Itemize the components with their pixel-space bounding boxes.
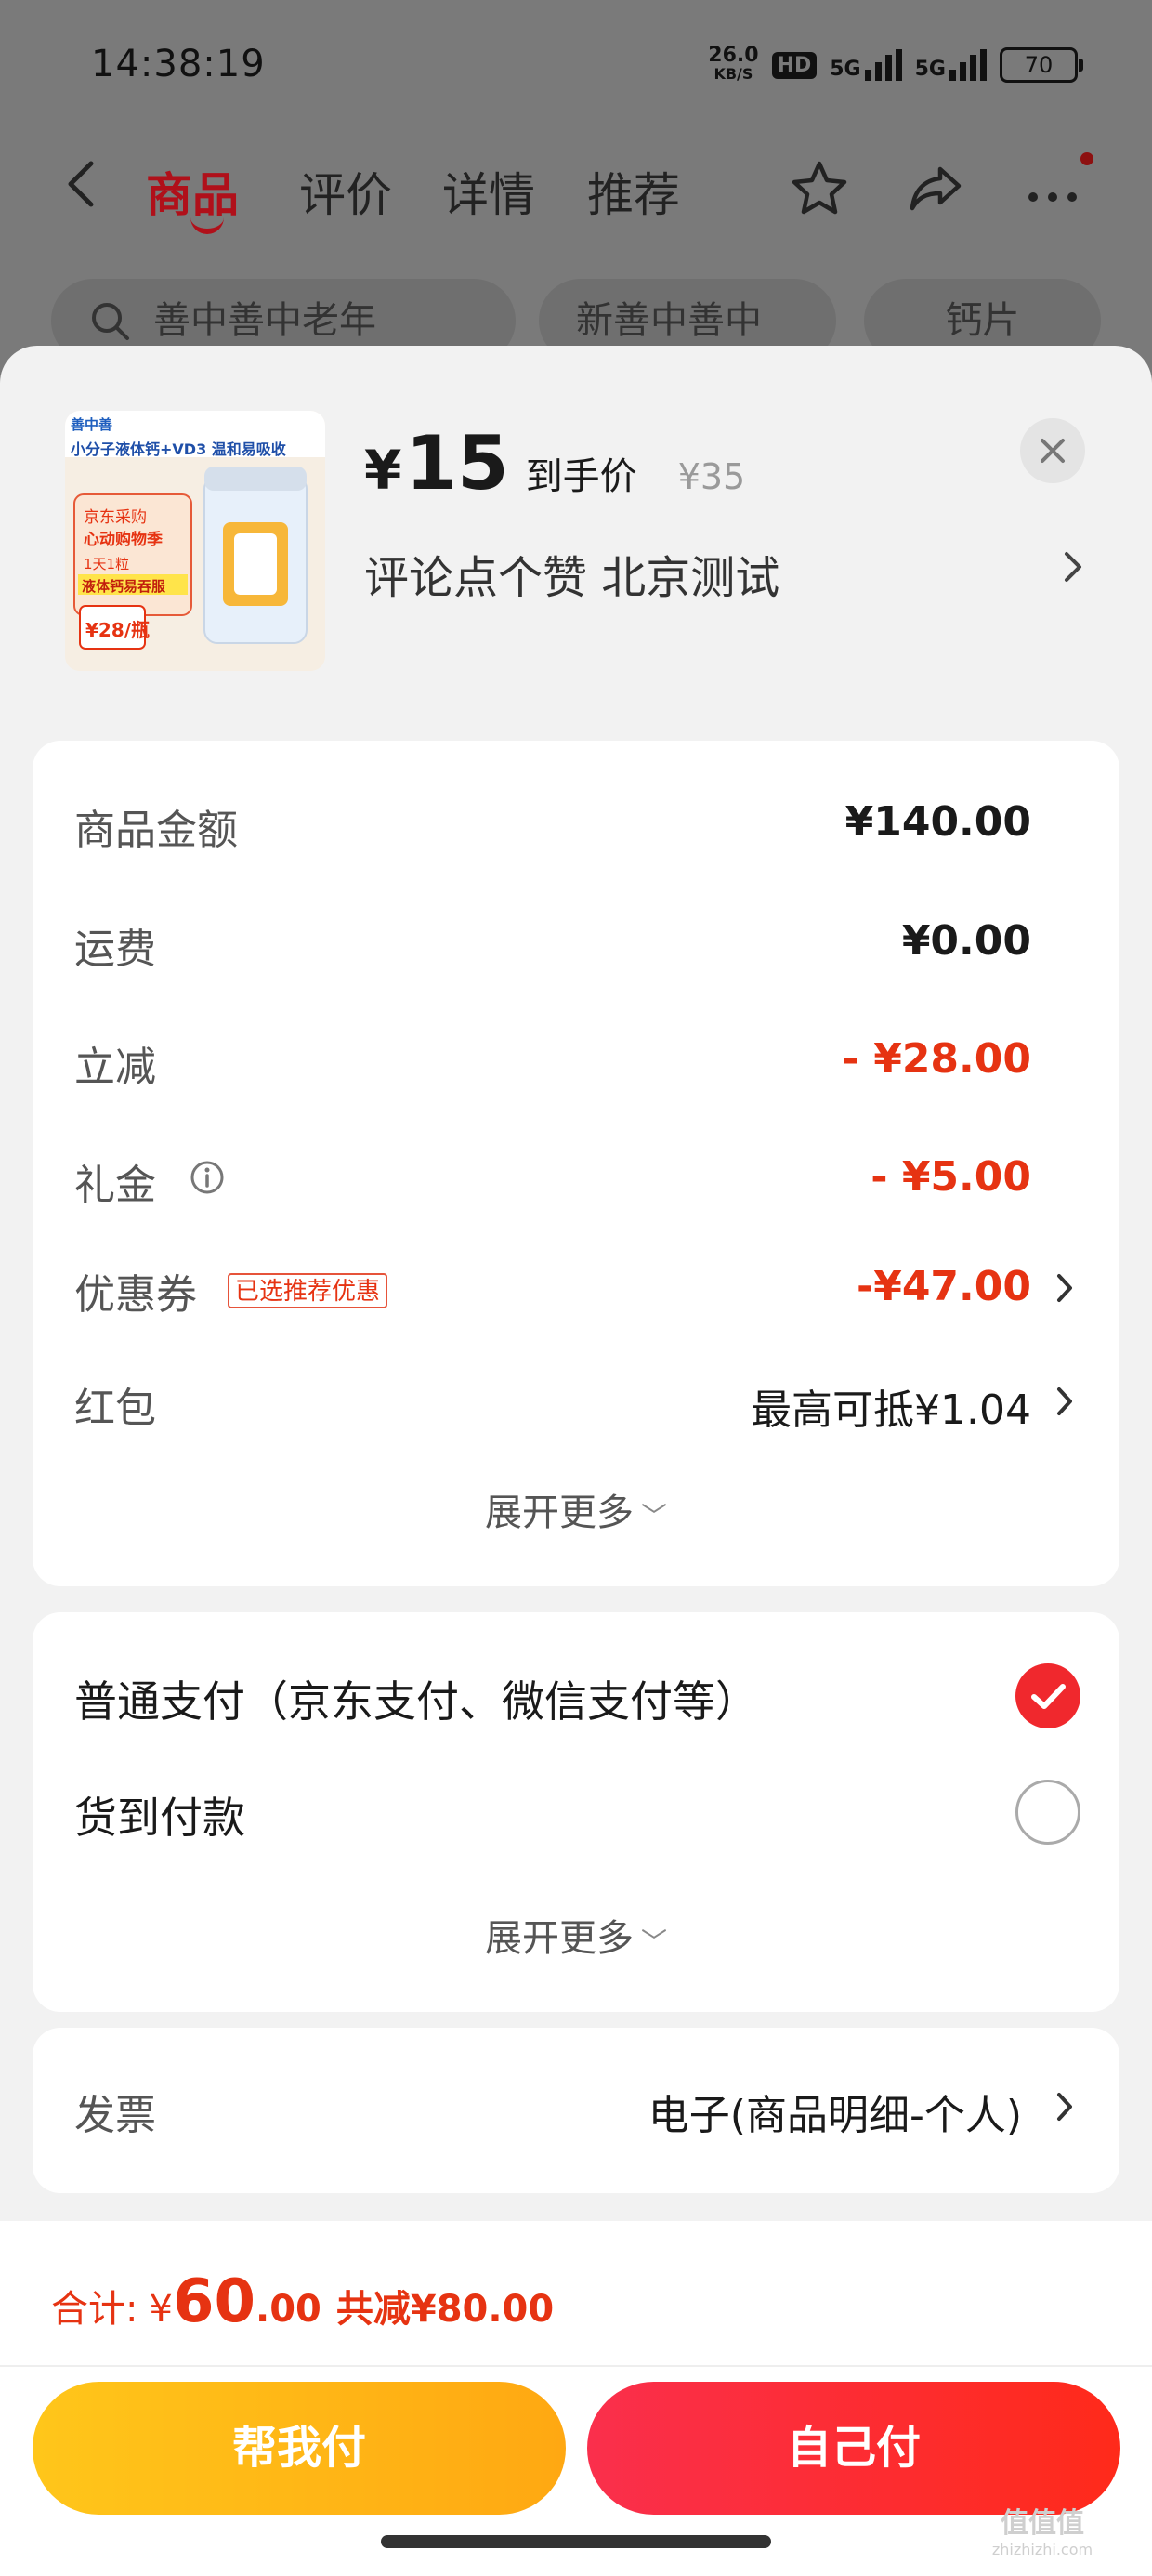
final-price: 15 [405,420,509,506]
chevron-right-icon[interactable] [1054,1384,1075,1419]
notification-dot [1080,152,1093,165]
chevron-down-icon: ﹀ [640,1501,667,1531]
share-icon[interactable] [903,156,968,221]
delivery-address[interactable]: 评论点个赞 北京测试 [364,541,779,606]
order-summary-card: 商品金额 ¥140.00 运费 ¥0.00 立减 - ¥28.00 礼金 - ¥… [33,741,1119,1586]
top-navigation: 商品 评价 详情 推荐 [0,139,1152,234]
invoice-value: 电子(商品明细-个人) [648,2092,1022,2139]
chevron-right-icon[interactable] [1054,2089,1075,2124]
payment-method-card: 普通支付（京东支付、微信支付等） 货到付款 展开更多 ﹀ [33,1612,1119,2012]
star-icon[interactable] [787,156,852,221]
search-chips: 善中善中老年 新善中善中 钙片 [0,279,1152,362]
invoice-card[interactable]: 发票 电子(商品明细-个人) [33,2028,1119,2193]
info-icon[interactable] [189,1159,226,1196]
tab-reviews[interactable]: 评价 [299,158,392,225]
signal-icon: 5G [915,49,987,81]
radio-checked[interactable] [1015,1663,1080,1728]
chevron-right-icon[interactable] [1054,1270,1075,1306]
battery-icon: 70 [1000,47,1083,83]
divider [0,2365,1152,2367]
clock: 14:38:19 [91,43,266,85]
help-pay-button[interactable]: 帮我付 [33,2382,566,2515]
home-indicator[interactable] [381,2535,771,2548]
self-pay-button[interactable]: 自己付 [587,2382,1120,2515]
system-icons: 26.0 KB/S HD 5G 5G 70 [708,44,1083,84]
more-icon[interactable] [1020,156,1085,221]
active-tab-indicator [190,216,224,234]
search-icon [92,303,129,340]
tab-details[interactable]: 详情 [442,158,535,225]
back-icon[interactable] [56,156,111,212]
original-price: ¥35 [677,456,746,497]
expand-more-button[interactable]: 展开更多 ﹀ [33,1908,1119,1962]
watermark-logo: 值值值 zhizhizhi.com [991,2507,1093,2558]
final-price-label: 到手价 [525,455,637,498]
invoice-label: 发票 [74,2092,156,2139]
expand-more-button[interactable]: 展开更多 ﹀ [33,1482,1119,1536]
total-reduction: 共减¥80.00 [335,2288,555,2331]
chevron-right-icon[interactable] [1059,548,1087,585]
network-speed: 26.0 KB/S [708,44,759,84]
order-total: 合计: ¥ 60 .00 共减¥80.00 [51,2267,555,2336]
coupon-tag: 已选推荐优惠 [228,1273,388,1308]
radio-unchecked[interactable] [1015,1780,1080,1845]
price-summary: ¥ 15 到手价 ¥35 [364,420,745,506]
product-image: 善中善 小分子液体钙+VD3 温和易吸收 京东采购 心动购物季 1天1粒 液体钙… [65,411,325,671]
tab-recommend[interactable]: 推荐 [587,158,680,225]
status-bar: 14:38:19 26.0 KB/S HD 5G 5G 70 [0,0,1152,139]
hd-badge: HD [771,51,818,79]
close-icon[interactable] [1020,418,1085,483]
currency-symbol: ¥ [364,439,402,502]
chevron-down-icon: ﹀ [640,1926,667,1957]
check-icon [1031,1684,1066,1709]
signal-icon: 5G [830,49,902,81]
